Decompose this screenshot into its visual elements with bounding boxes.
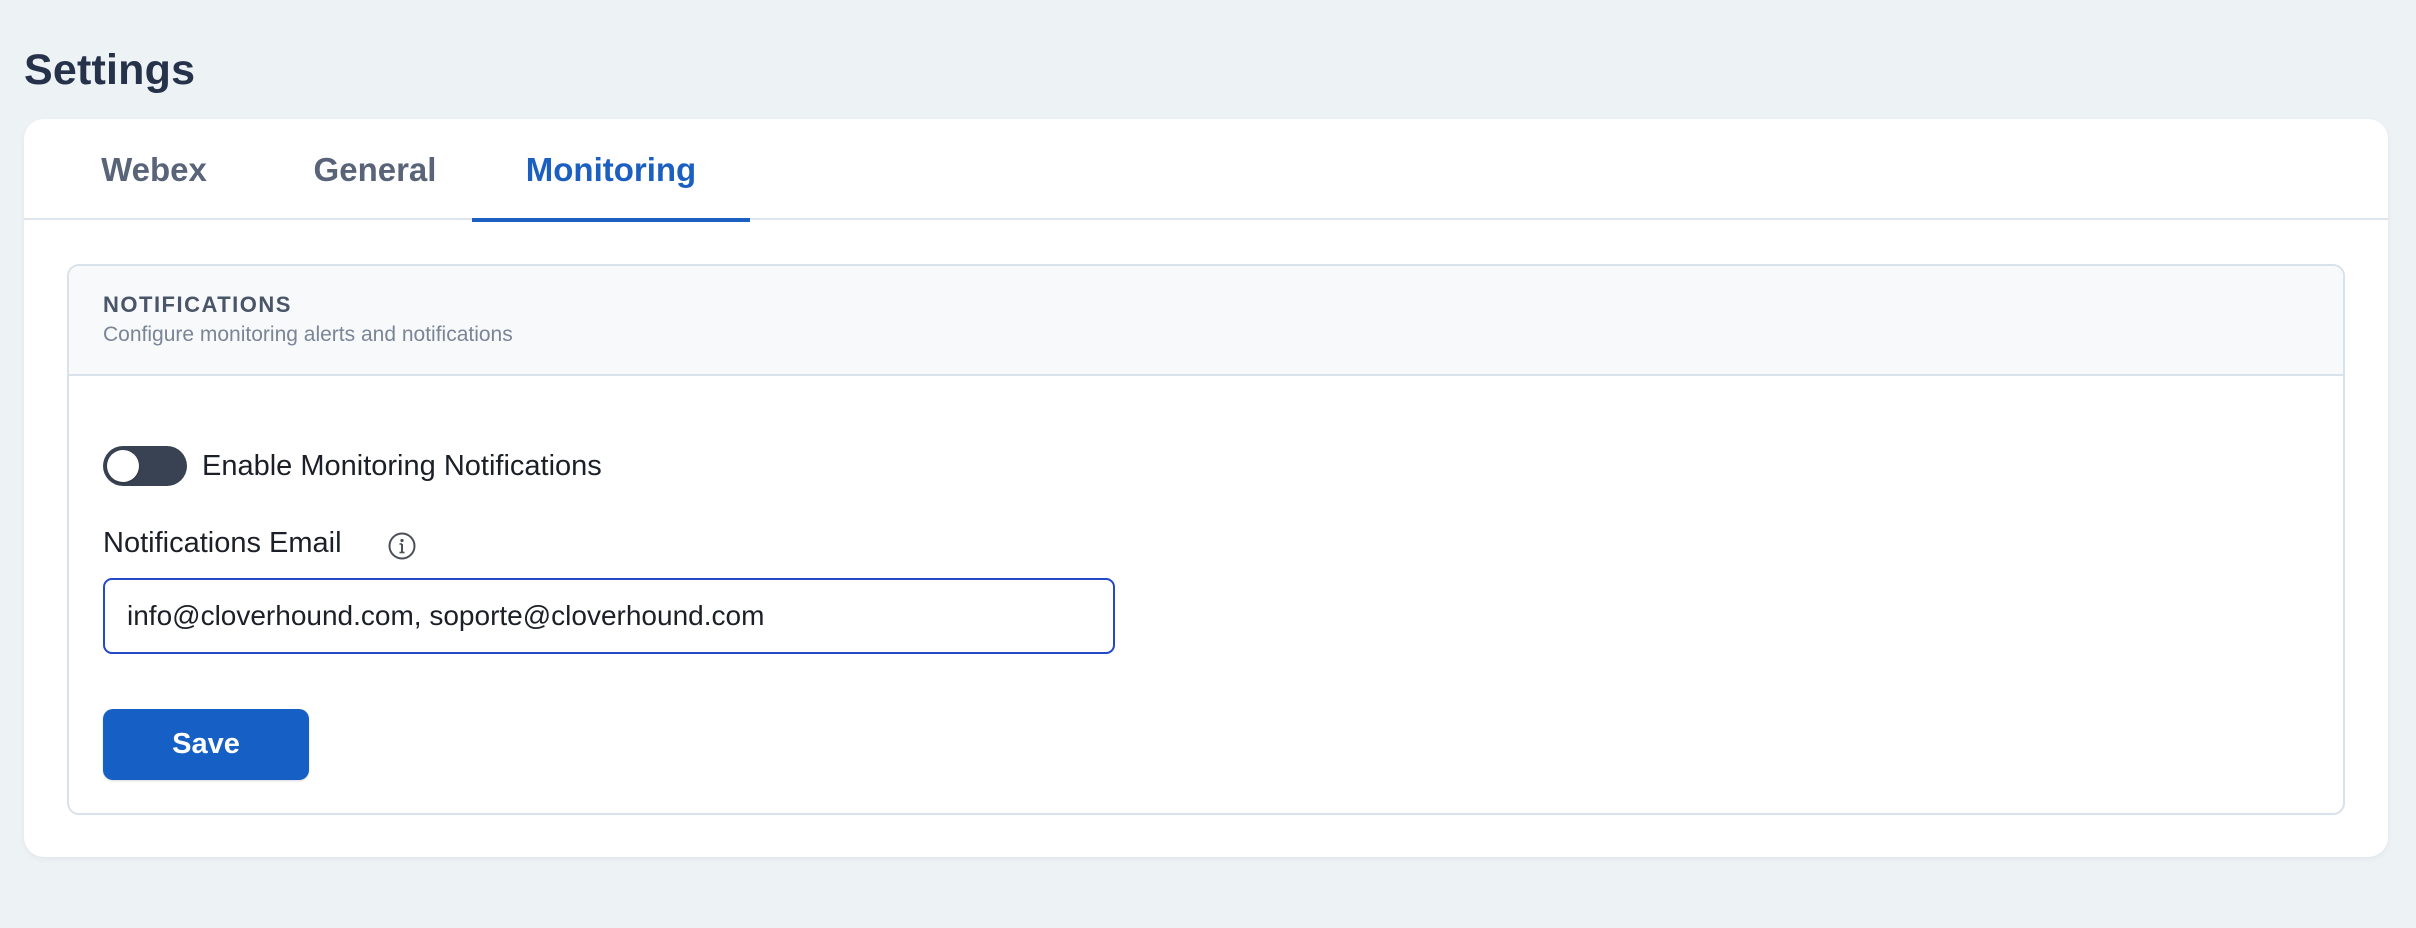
section-header: NOTIFICATIONS Configure monitoring alert… bbox=[69, 266, 2343, 376]
tab-webex[interactable]: Webex bbox=[56, 119, 252, 220]
settings-card: Webex General Monitoring NOTIFICATIONS C… bbox=[24, 119, 2388, 857]
save-button[interactable]: Save bbox=[103, 709, 309, 780]
notifications-section: NOTIFICATIONS Configure monitoring alert… bbox=[67, 264, 2345, 815]
info-circle-icon[interactable] bbox=[387, 531, 417, 561]
section-subtitle: Configure monitoring alerts and notifica… bbox=[103, 323, 513, 346]
toggle-label: Enable Monitoring Notifications bbox=[202, 450, 602, 482]
email-field[interactable] bbox=[103, 578, 1115, 654]
enable-notifications-toggle[interactable] bbox=[103, 446, 187, 486]
section-title: NOTIFICATIONS bbox=[103, 292, 292, 317]
tab-general[interactable]: General bbox=[254, 119, 496, 220]
email-field-label: Notifications Email bbox=[103, 527, 342, 559]
toggle-knob bbox=[107, 450, 139, 482]
page-title: Settings bbox=[24, 46, 196, 94]
tab-monitoring[interactable]: Monitoring bbox=[472, 119, 750, 222]
tab-bar: Webex General Monitoring bbox=[24, 119, 2388, 222]
